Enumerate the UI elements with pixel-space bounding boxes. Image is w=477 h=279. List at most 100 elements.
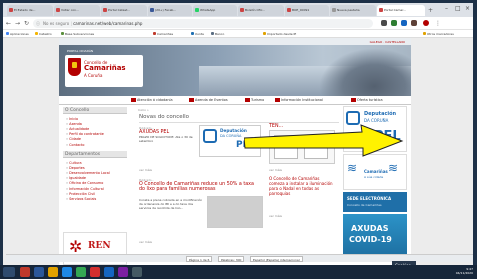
tab-favicon-icon <box>103 8 107 12</box>
tab-label: Nueva pestaña <box>337 8 360 12</box>
news-image-bins[interactable] <box>207 196 263 228</box>
menu-label: Axenda de Eventos <box>195 98 228 102</box>
tab-favicon-icon <box>287 8 291 12</box>
news-image-document[interactable] <box>269 130 335 164</box>
browser-tab[interactable]: Boletín Ofic... <box>238 5 284 16</box>
browser-tab[interactable]: (20+) Faceb... <box>148 5 192 16</box>
menu-item-informacion[interactable]: Información Institucional <box>275 98 323 102</box>
news-title[interactable]: O Concello de Camariñas reduce un 50% a … <box>139 182 259 192</box>
taskbar-app-icon[interactable] <box>132 267 142 277</box>
pel-icon <box>203 129 217 143</box>
bookmark-item[interactable]: Otros marcadores <box>423 32 454 36</box>
banner-camarinas[interactable]: ≋ ≋ Camariñas A súa cidade <box>343 154 407 190</box>
browser-tab[interactable]: Voltar con... <box>54 5 100 16</box>
document-thumb <box>304 135 328 159</box>
pel-line2: DA CORUÑA <box>364 118 389 123</box>
bookmark-label: Base Subvenciones <box>65 32 95 36</box>
browser-tab[interactable]: WhatsApp <box>193 5 237 16</box>
browser-tab[interactable]: El Estado de... <box>7 5 53 16</box>
new-tab-icon[interactable]: + <box>428 7 433 14</box>
reload-icon[interactable]: ↻ <box>24 20 29 27</box>
browser-tab-active[interactable]: Portal Camar... <box>377 5 425 16</box>
profile-avatar[interactable] <box>423 20 429 26</box>
bookmark-item[interactable]: Catastro <box>35 32 52 36</box>
see-more-link[interactable]: ver máis <box>139 168 152 172</box>
tab-favicon-icon <box>150 8 154 12</box>
forward-icon[interactable]: → <box>15 20 20 27</box>
taskbar-app-icon[interactable] <box>104 267 114 277</box>
breadcrumb[interactable]: Inicio » <box>138 108 149 112</box>
menu-label: Oferta turística <box>357 98 383 102</box>
status-words: Palabras: 300 <box>218 256 245 262</box>
menu-dots-icon[interactable]: ⋮ <box>435 20 441 27</box>
bookmark-label: Camariñas <box>157 32 174 36</box>
news-title[interactable]: TEN... <box>269 124 283 129</box>
language-switcher[interactable]: GALEGO · CASTELLANO <box>370 40 405 44</box>
taskbar-app-icon[interactable] <box>48 267 58 277</box>
menu-icon <box>351 98 356 102</box>
url-text: camarinas.net/web/camarinas.php <box>73 21 143 26</box>
bookmark-icon <box>211 32 214 35</box>
banner-pel[interactable]: Deputación DA CORUÑA PEL <box>343 106 407 152</box>
pel-mini-line2: DA CORUÑA <box>220 134 242 138</box>
system-tray[interactable]: 9:47 04/11/2020 <box>456 267 473 275</box>
bookmark-icon <box>191 32 194 35</box>
browser-tab[interactable]: BOE_00091 <box>285 5 329 16</box>
menu-item-turismo[interactable]: Turismo <box>245 98 264 102</box>
close-icon[interactable]: × <box>465 5 470 12</box>
bookmark-label: Banco <box>215 32 225 36</box>
sidebar-link[interactable]: Servizos Sociais <box>63 196 127 201</box>
see-more-link[interactable]: ver máis <box>269 214 282 218</box>
bookmark-item[interactable]: Importado desde IE <box>263 32 296 36</box>
bookmark-item[interactable]: Banco <box>211 32 224 36</box>
banner-sede[interactable]: SEDE ELECTRÓNICA Concello de Camariñas <box>343 192 407 212</box>
maximize-icon[interactable]: □ <box>455 5 461 12</box>
tab-favicon-icon <box>9 8 13 12</box>
menu-icon <box>189 98 194 102</box>
browser-tab[interactable]: Nueva pestaña <box>330 5 376 16</box>
news-image-pel[interactable]: Deputación DA CORUÑA PEL <box>199 125 261 157</box>
site-logo[interactable]: Concello de Camariñas A Coruña <box>65 55 143 87</box>
menu-item-axenda[interactable]: Axenda de Eventos <box>189 98 228 102</box>
menu-label: Información Institucional <box>281 98 323 102</box>
sidebar-title-departamentos: Departamentos <box>63 151 127 159</box>
sidebar-link[interactable]: Contacto <box>63 142 127 147</box>
extension-icon[interactable] <box>391 20 397 26</box>
bookmark-item[interactable]: Aplicaciones <box>6 32 29 36</box>
news-title[interactable]: O Concello de Camariñas comeza a instala… <box>269 176 335 196</box>
taskbar-app-icon[interactable] <box>90 267 100 277</box>
see-more-link[interactable]: ver máis <box>139 240 152 244</box>
taskbar-app-icon[interactable] <box>34 267 44 277</box>
folder-icon <box>423 32 426 35</box>
tab-label: (20+) Faceb... <box>155 8 177 12</box>
bookmarks-bar: Aplicaciones Catastro Base Subvenciones … <box>3 30 473 38</box>
news-item: Publicado... O Concello de Camariñas red… <box>139 176 259 192</box>
url-bar[interactable]: ⓘ No es seguro | camarinas.net/web/camar… <box>33 19 373 28</box>
extension-icon[interactable] <box>401 20 407 26</box>
browser-tab[interactable]: Portal Catast... <box>101 5 147 16</box>
see-more-link[interactable]: ver máis <box>269 168 282 172</box>
menu-icon <box>275 98 280 102</box>
taskbar-app-icon[interactable] <box>76 267 86 277</box>
bookmark-item[interactable]: Xunta <box>191 32 204 36</box>
status-language: Español (España) internacional <box>250 256 303 262</box>
taskbar-app-icon[interactable] <box>62 267 72 277</box>
tab-label: Portal Catast... <box>108 8 131 12</box>
taskbar-app-icon[interactable] <box>118 267 128 277</box>
menu-item-oferta[interactable]: Oferta turística <box>351 98 383 102</box>
menu-item-atencion[interactable]: Atención á cidadanía <box>131 98 173 102</box>
banner-covid[interactable]: AXUDAS COVID-19 <box>343 214 407 258</box>
site-header: GALEGO · CASTELLANO PORTAL CIDADÁN Conce… <box>59 38 411 96</box>
minimize-icon[interactable]: – <box>445 5 448 12</box>
ren-title: REN <box>88 241 111 251</box>
extension-icon[interactable] <box>411 20 417 26</box>
news-heading: Novas do concello <box>139 114 339 123</box>
menu-label: Atención á cidadanía <box>137 98 173 102</box>
back-icon[interactable]: ← <box>6 20 11 27</box>
sede-line1: SEDE ELECTRÓNICA <box>347 196 392 201</box>
taskbar-app-icon[interactable] <box>20 267 30 277</box>
extension-icon[interactable] <box>381 20 387 26</box>
start-button[interactable] <box>3 267 15 277</box>
bookmark-item[interactable]: Camariñas <box>153 32 173 36</box>
bookmark-item[interactable]: Base Subvenciones <box>61 32 94 36</box>
